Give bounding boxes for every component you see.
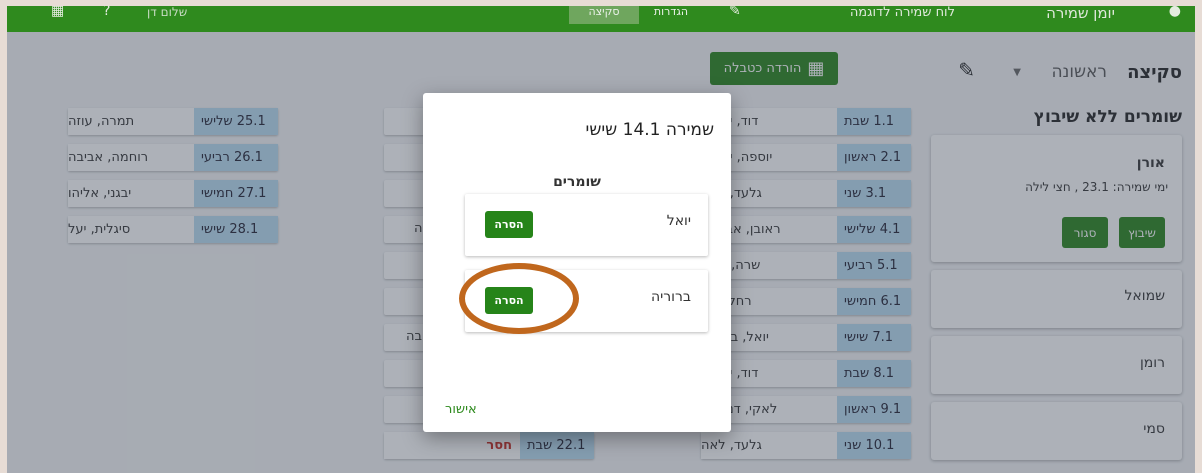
dialog-title: שמירה 14.1 שישי (585, 120, 714, 140)
highlight-circle (459, 263, 579, 334)
edit-icon[interactable]: ✎ (729, 6, 741, 18)
user-greeting: שלום דן (147, 6, 188, 19)
guard-name: יואל (666, 213, 691, 229)
confirm-button[interactable]: אישור (445, 402, 477, 417)
guards-section-title: שומרים (553, 174, 601, 190)
app-screen: ● יומן שמירה לוח שמירה לדוגמה ✎ הגדרות ס… (7, 6, 1195, 473)
guard-entry: יואל הסרה (465, 194, 708, 256)
app-name: יומן שמירה (1046, 6, 1115, 22)
help-icon[interactable]: ? (103, 6, 110, 18)
tab-sketch[interactable]: סקיצה (569, 6, 639, 24)
shift-dialog: שמירה 14.1 שישי שומרים יואל הסרה ברוריה … (423, 93, 731, 432)
screenshot-frame: ● יומן שמירה לוח שמירה לדוגמה ✎ הגדרות ס… (0, 0, 1202, 473)
guard-name: ברוריה (651, 289, 691, 305)
app-logo-icon: ● (1168, 6, 1181, 19)
tab-final[interactable]: הגדרות (640, 6, 702, 24)
menu-icon[interactable]: ▦ (51, 6, 64, 18)
remove-button[interactable]: הסרה (485, 211, 533, 238)
schedule-name: לוח שמירה לדוגמה (849, 6, 955, 20)
top-bar: ● יומן שמירה לוח שמירה לדוגמה ✎ הגדרות ס… (7, 6, 1195, 32)
